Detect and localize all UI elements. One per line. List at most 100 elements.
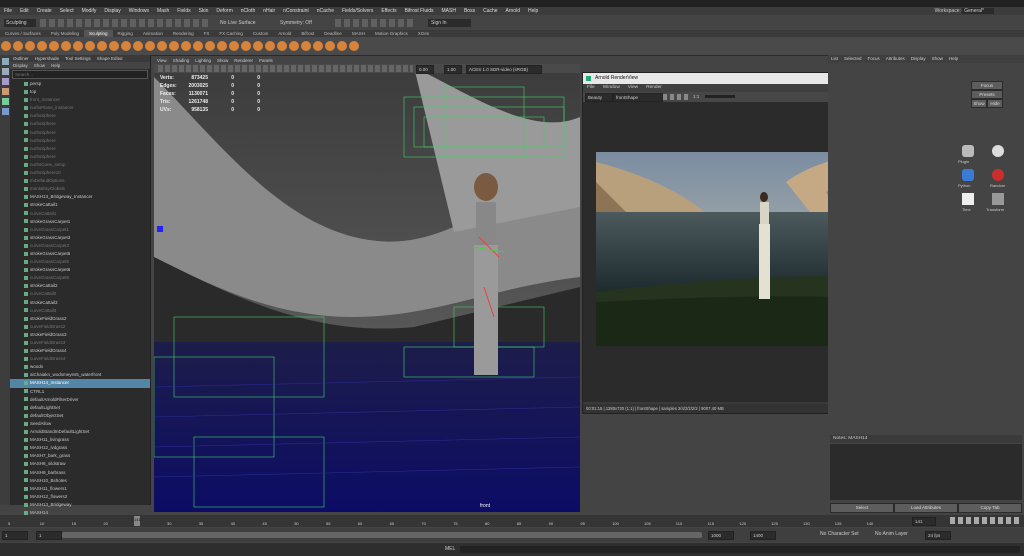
sign-in-button[interactable]: Sign In <box>428 19 471 27</box>
notes-textarea[interactable] <box>830 444 1022 500</box>
menu-windows[interactable]: Windows <box>125 7 153 15</box>
outliner-item[interactable]: MASH12_flowers2 <box>10 493 150 501</box>
sculpt-brush-icon[interactable] <box>277 41 287 51</box>
menu-cache[interactable]: Cache <box>479 7 501 15</box>
menu-nconstraint[interactable]: nConstraint <box>279 7 313 15</box>
sculpt-brush-icon[interactable] <box>157 41 167 51</box>
outliner-item[interactable]: top <box>10 88 150 96</box>
outliner-item[interactable]: front_Instancer <box>10 96 150 104</box>
lasso-tool-icon[interactable] <box>1 68 9 75</box>
shelf-tab-arnold[interactable]: Arnold <box>273 30 296 37</box>
outliner-item[interactable]: strokeCattail2 <box>10 282 150 290</box>
camera-select[interactable]: frontShape <box>613 93 663 102</box>
shelf-tab-motion-graphics[interactable]: Motion Graphics <box>370 30 413 37</box>
menu-select[interactable]: Select <box>56 7 78 15</box>
random-icon[interactable] <box>992 169 1004 181</box>
status-icon-strip[interactable] <box>40 19 210 27</box>
sculpt-brush-icon[interactable] <box>145 41 155 51</box>
script-language[interactable]: MEL <box>445 546 455 553</box>
sculpt-brush-icon[interactable] <box>313 41 323 51</box>
range-start-field[interactable]: 1 <box>36 531 62 540</box>
range-end-field[interactable]: 1000 <box>708 531 734 540</box>
shelf-tab-sculpting[interactable]: Sculpting <box>84 30 113 37</box>
time-icon[interactable] <box>962 193 974 205</box>
outliner-item[interactable]: curveFieldGrass3 <box>10 339 150 347</box>
outliner-item[interactable]: MASH13_Bridgeway_Instancer <box>10 193 150 201</box>
sculpt-brush-icon[interactable] <box>133 41 143 51</box>
menu-mash[interactable]: Mash <box>153 7 173 15</box>
scale-tool-icon[interactable] <box>1 108 9 115</box>
outliner-item[interactable]: MASH7_bark_grass <box>10 452 150 460</box>
outliner-item[interactable]: nurbsPlane_instancer <box>10 104 150 112</box>
outliner-item[interactable]: persp <box>10 80 150 88</box>
shelf-tab-xgen[interactable]: XGen <box>413 30 435 37</box>
attr-menu-attributes[interactable]: Attributes <box>883 55 908 62</box>
attr-menu-help[interactable]: Help <box>946 55 961 62</box>
outliner-item[interactable]: MASH14_Instancer <box>10 379 150 388</box>
outliner-item[interactable]: MASH9_barbrass <box>10 469 150 477</box>
outliner-item[interactable]: curveCattail2 <box>10 290 150 298</box>
outliner-tab-hypershade[interactable]: Hypershade <box>32 55 62 62</box>
select-tool-icon[interactable] <box>1 58 9 65</box>
outliner-item[interactable]: MASH8_sildstraw <box>10 460 150 468</box>
outliner-item[interactable]: CTRL1 <box>10 388 150 396</box>
viewport-menu-show[interactable]: Show <box>214 57 231 64</box>
id-node-icon[interactable] <box>992 145 1004 157</box>
menu-nhair[interactable]: nHair <box>259 7 279 15</box>
menu-fields[interactable]: Fields <box>173 7 194 15</box>
menu-help[interactable]: Help <box>524 7 542 15</box>
outliner-item[interactable]: SeedAllow <box>10 420 150 428</box>
shelf-tab-bifrost[interactable]: Bifrost <box>296 30 319 37</box>
sculpt-brush-icon[interactable] <box>181 41 191 51</box>
menu-file[interactable]: File <box>0 7 16 15</box>
outliner-item[interactable]: curveGrassCarpet5 <box>10 258 150 266</box>
outliner-item[interactable]: curveGrassCarpet3 <box>10 242 150 250</box>
outliner-item[interactable]: curveGrassCarpet6 <box>10 274 150 282</box>
outliner-item[interactable]: strokeCattail1 <box>10 201 150 209</box>
outliner-menu-help[interactable]: Help <box>48 62 63 69</box>
shelf-tab-rigging[interactable]: Rigging <box>113 30 138 37</box>
outliner-item[interactable]: strokeGrassCarpet6 <box>10 266 150 274</box>
outliner-item[interactable]: curveGrassCarpet1 <box>10 226 150 234</box>
plugin-icon[interactable] <box>962 145 974 157</box>
attr-menu-focus[interactable]: Focus <box>865 55 883 62</box>
copy-tab-button[interactable]: Copy Tab <box>958 503 1022 513</box>
show-button[interactable]: Show <box>971 99 987 108</box>
render-icon-strip[interactable] <box>335 19 415 27</box>
menu-ncache[interactable]: nCache <box>313 7 338 15</box>
end-frame-field[interactable]: 1400 <box>750 531 776 540</box>
outliner-item[interactable]: mentalrayGlobals <box>10 185 150 193</box>
outliner-item[interactable]: strokeGrassCarpet1 <box>10 218 150 226</box>
sculpt-brush-icon[interactable] <box>97 41 107 51</box>
outliner-item[interactable]: nurbsSphere <box>10 153 150 161</box>
shelf-tab-custom[interactable]: Custom <box>248 30 274 37</box>
outliner-item[interactable]: strokeCattail3 <box>10 299 150 307</box>
outliner-item[interactable]: MASH13_Bridgeway <box>10 501 150 509</box>
sculpt-brush-icon[interactable] <box>301 41 311 51</box>
outliner-tab-shape-editor[interactable]: Shape Editor <box>94 55 126 62</box>
sculpt-brush-icon[interactable] <box>217 41 227 51</box>
renderview-menu-file[interactable]: File <box>583 84 599 92</box>
outliner-item[interactable]: strokeFieldGrass3 <box>10 331 150 339</box>
outliner-item[interactable]: nurbsSphere10 <box>10 169 150 177</box>
sculpt-brush-icon[interactable] <box>13 41 23 51</box>
sculpt-brush-icon[interactable] <box>121 41 131 51</box>
menu-ncloth[interactable]: nCloth <box>237 7 259 15</box>
render-controls-icons[interactable] <box>663 94 689 100</box>
sculpt-brush-icon[interactable] <box>205 41 215 51</box>
menu-display[interactable]: Display <box>100 7 124 15</box>
sculpt-brush-icon[interactable] <box>241 41 251 51</box>
sculpt-brush-icon[interactable] <box>61 41 71 51</box>
exposure-field[interactable]: 0.00 <box>416 65 434 74</box>
attr-menu-display[interactable]: Display <box>908 55 929 62</box>
outliner-item[interactable]: nurbsSphere <box>10 137 150 145</box>
outliner-item[interactable]: strokeFieldGrass2 <box>10 315 150 323</box>
menu-create[interactable]: Create <box>33 7 56 15</box>
transform-icon[interactable] <box>992 193 1004 205</box>
workspace-selector[interactable]: Workspace: General* <box>935 7 994 15</box>
anim-layer[interactable]: No Anim Layer <box>875 531 908 538</box>
outliner-item[interactable]: MASH10_Bshotes <box>10 477 150 485</box>
sculpt-brush-icon[interactable] <box>73 41 83 51</box>
shelf-tab-animation[interactable]: Animation <box>138 30 168 37</box>
menu-mash[interactable]: MASH <box>438 7 460 15</box>
